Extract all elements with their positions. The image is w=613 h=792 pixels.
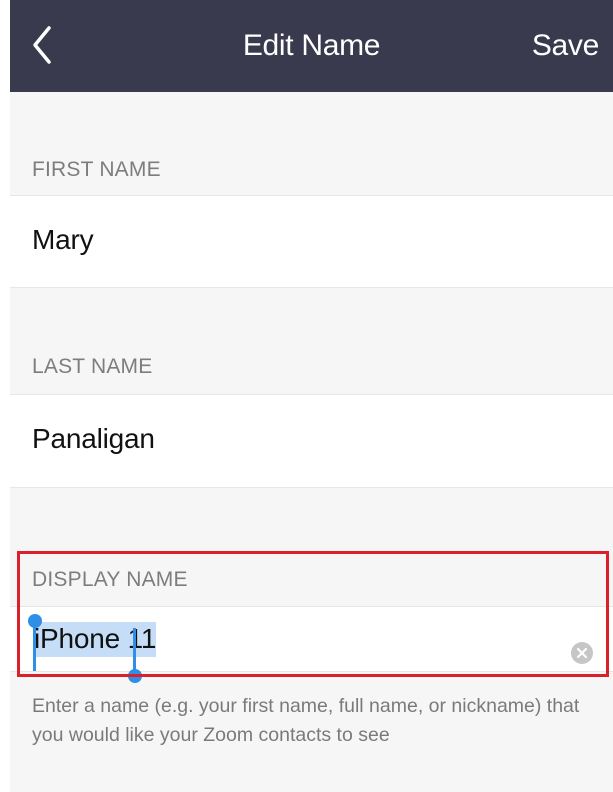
page-title: Edit Name (242, 29, 381, 62)
selection-start-knob[interactable] (28, 614, 42, 628)
edit-name-screen: Edit Name Save FIRST NAME Mary LAST NAME… (10, 0, 613, 792)
display-name-helper-text: Enter a name (e.g. your first name, full… (32, 695, 580, 746)
last-name-label: LAST NAME (32, 355, 153, 378)
display-name-label: DISPLAY NAME (32, 568, 188, 591)
selection-start-handle[interactable] (33, 625, 36, 671)
display-name-field[interactable]: iPhone 11 (10, 606, 613, 672)
first-name-value: Mary (32, 224, 94, 255)
selected-text: iPhone 11 (34, 622, 156, 657)
selection-end-handle[interactable] (133, 628, 136, 672)
navigation-bar: Edit Name Save (10, 0, 613, 92)
selection-end-knob[interactable] (128, 669, 142, 683)
clear-button[interactable] (571, 642, 593, 664)
first-name-field[interactable]: Mary (10, 195, 613, 288)
last-name-value: Panaligan (32, 423, 155, 454)
clear-circle-icon (576, 647, 588, 659)
save-button[interactable]: Save (532, 28, 599, 64)
last-name-field[interactable]: Panaligan (10, 394, 613, 488)
first-name-label: FIRST NAME (32, 158, 161, 181)
display-name-input[interactable]: iPhone 11 (34, 622, 156, 657)
